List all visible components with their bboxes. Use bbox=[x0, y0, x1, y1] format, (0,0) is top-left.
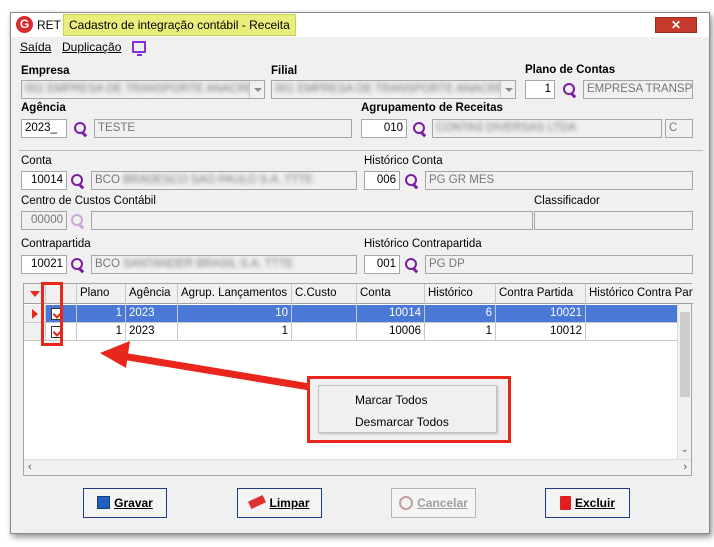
cell-conta: 10006 bbox=[357, 323, 425, 341]
cell-plano: 1 bbox=[77, 305, 126, 323]
menu-item-marcar-todos[interactable]: Marcar Todos bbox=[355, 393, 427, 407]
classificador-input[interactable] bbox=[534, 211, 693, 230]
divider bbox=[19, 150, 703, 151]
cell-hist-contra bbox=[586, 323, 678, 341]
contrapartida-label: Contrapartida bbox=[21, 238, 91, 250]
historico-contrapartida-code-input[interactable]: 001 bbox=[364, 255, 400, 274]
chevron-down-icon bbox=[249, 81, 264, 98]
empresa-select[interactable]: 001 EMPRESA DE TRANSPORTE ANACRE bbox=[21, 80, 265, 99]
centro-custos-code-input[interactable]: 00000 bbox=[21, 211, 67, 230]
menu-item-desmarcar-todos[interactable]: Desmarcar Todos bbox=[355, 415, 449, 429]
close-button[interactable]: ✕ bbox=[655, 17, 697, 33]
classificador-label: Classificador bbox=[534, 195, 600, 207]
filial-label: Filial bbox=[271, 65, 298, 77]
grid-header-agrup[interactable]: Agrup. Lançamentos bbox=[178, 284, 292, 304]
table-row[interactable]: 1 2023 10 10014 6 10021 bbox=[24, 305, 693, 323]
grid-header-historico[interactable]: Histórico bbox=[425, 284, 496, 304]
cancelar-button[interactable]: Cancelar bbox=[391, 488, 476, 518]
agencia-desc: TESTE bbox=[94, 119, 352, 138]
cell-contra: 10021 bbox=[496, 305, 586, 323]
historico-contrapartida-label: Histórico Contrapartida bbox=[364, 238, 482, 250]
save-icon bbox=[97, 496, 111, 509]
conta-desc: BCO BRADESCO SAO PAULO S.A. TTTE bbox=[91, 171, 357, 190]
cell-agencia: 2023 bbox=[126, 323, 178, 341]
excluir-button[interactable]: Excluir bbox=[545, 488, 630, 518]
menu-saida[interactable]: Saída bbox=[20, 40, 51, 54]
historico-conta-label: Histórico Conta bbox=[364, 155, 443, 167]
agencia-label: Agência bbox=[21, 102, 66, 114]
plano-contas-desc: EMPRESA TRANSP A bbox=[583, 80, 693, 99]
cell-agrup: 1 bbox=[178, 323, 292, 341]
historico-contrapartida-desc: PG DP bbox=[425, 255, 693, 274]
trash-icon bbox=[559, 496, 571, 510]
cell-hist-contra bbox=[586, 305, 678, 323]
cell-agencia: 2023 bbox=[126, 305, 178, 323]
historico-conta-desc: PG GR MES bbox=[425, 171, 693, 190]
cell-historico: 1 bbox=[425, 323, 496, 341]
agrupamento-search-icon[interactable] bbox=[413, 122, 427, 136]
chevron-down-icon bbox=[500, 81, 515, 98]
title-bar: G RET - Cadastro de integração contábil … bbox=[11, 13, 709, 37]
contrapartida-code-input[interactable]: 10021 bbox=[21, 255, 67, 274]
sort-arrow-icon[interactable] bbox=[30, 291, 40, 297]
cell-ccusto bbox=[292, 323, 357, 341]
agrupamento-label: Agrupamento de Receitas bbox=[361, 102, 503, 114]
cell-historico: 6 bbox=[425, 305, 496, 323]
centro-custos-desc bbox=[91, 211, 533, 230]
cell-agrup: 10 bbox=[178, 305, 292, 323]
agrupamento-desc: CONTAS DIVERSAS LTDA bbox=[432, 119, 662, 138]
cell-conta: 10014 bbox=[357, 305, 425, 323]
menu-duplicacao[interactable]: Duplicação bbox=[62, 40, 121, 54]
window-title: Cadastro de integração contábil - Receit… bbox=[63, 14, 296, 36]
checkbox-column-highlight bbox=[41, 282, 63, 346]
scroll-right-icon[interactable]: › bbox=[683, 461, 687, 473]
plano-contas-code-input[interactable]: 1 bbox=[525, 80, 555, 99]
contrapartida-search-icon[interactable] bbox=[71, 258, 85, 272]
monitor-icon[interactable] bbox=[132, 41, 146, 56]
agrupamento-extra: C bbox=[665, 119, 693, 138]
app-logo-icon: G bbox=[16, 16, 33, 33]
main-window: G RET - Cadastro de integração contábil … bbox=[10, 12, 710, 534]
scroll-left-icon[interactable]: ‹ bbox=[28, 461, 32, 473]
conta-search-icon[interactable] bbox=[71, 174, 85, 188]
limpar-button[interactable]: Limpar bbox=[237, 488, 322, 518]
cancel-icon bbox=[399, 496, 414, 510]
vertical-scrollbar[interactable]: ⌄ bbox=[677, 304, 691, 459]
conta-code-input[interactable]: 10014 bbox=[21, 171, 67, 190]
context-menu: Marcar Todos Desmarcar Todos bbox=[318, 385, 497, 433]
conta-label: Conta bbox=[21, 155, 52, 167]
grid-header-hist-contra[interactable]: Histórico Contra Parti bbox=[586, 284, 693, 304]
cell-contra: 10012 bbox=[496, 323, 586, 341]
plano-contas-label: Plano de Contas bbox=[525, 64, 616, 76]
menu-bar: Saída Duplicação bbox=[11, 39, 709, 57]
context-menu-highlight: Marcar Todos Desmarcar Todos bbox=[307, 376, 511, 443]
gravar-button[interactable]: Gravar bbox=[83, 488, 167, 518]
grid-header-contra[interactable]: Contra Partida bbox=[496, 284, 586, 304]
grid-header-ccusto[interactable]: C.Custo bbox=[292, 284, 357, 304]
row-pointer-icon bbox=[32, 309, 38, 319]
cell-ccusto bbox=[292, 305, 357, 323]
empresa-label: Empresa bbox=[21, 65, 70, 77]
plano-contas-search-icon[interactable] bbox=[563, 83, 577, 97]
vertical-scroll-thumb[interactable] bbox=[680, 312, 690, 397]
grid-header-conta[interactable]: Conta bbox=[357, 284, 425, 304]
agencia-search-icon[interactable] bbox=[74, 122, 88, 136]
horizontal-scrollbar[interactable]: ‹ › bbox=[24, 459, 691, 475]
centro-custos-search-icon[interactable] bbox=[71, 214, 85, 228]
filial-select[interactable]: 001 EMPRESA DE TRANSPORTE ANACRE bbox=[271, 80, 516, 99]
historico-conta-code-input[interactable]: 006 bbox=[364, 171, 400, 190]
table-row[interactable]: 1 2023 1 10006 1 10012 bbox=[24, 323, 693, 341]
cell-plano: 1 bbox=[77, 323, 126, 341]
grid-header-plano[interactable]: Plano bbox=[77, 284, 126, 304]
agencia-code-input[interactable]: 2023_ bbox=[21, 119, 67, 138]
agrupamento-code-input[interactable]: 010 bbox=[361, 119, 407, 138]
centro-custos-label: Centro de Custos Contábil bbox=[21, 195, 156, 207]
grid-header-agencia[interactable]: Agência bbox=[126, 284, 178, 304]
scroll-down-icon[interactable]: ⌄ bbox=[681, 444, 689, 455]
eraser-icon bbox=[248, 494, 267, 510]
contrapartida-desc: BCO SANTANDER BRASIL S.A. TTTE bbox=[91, 255, 357, 274]
historico-contrapartida-search-icon[interactable] bbox=[405, 258, 419, 272]
historico-conta-search-icon[interactable] bbox=[405, 174, 419, 188]
